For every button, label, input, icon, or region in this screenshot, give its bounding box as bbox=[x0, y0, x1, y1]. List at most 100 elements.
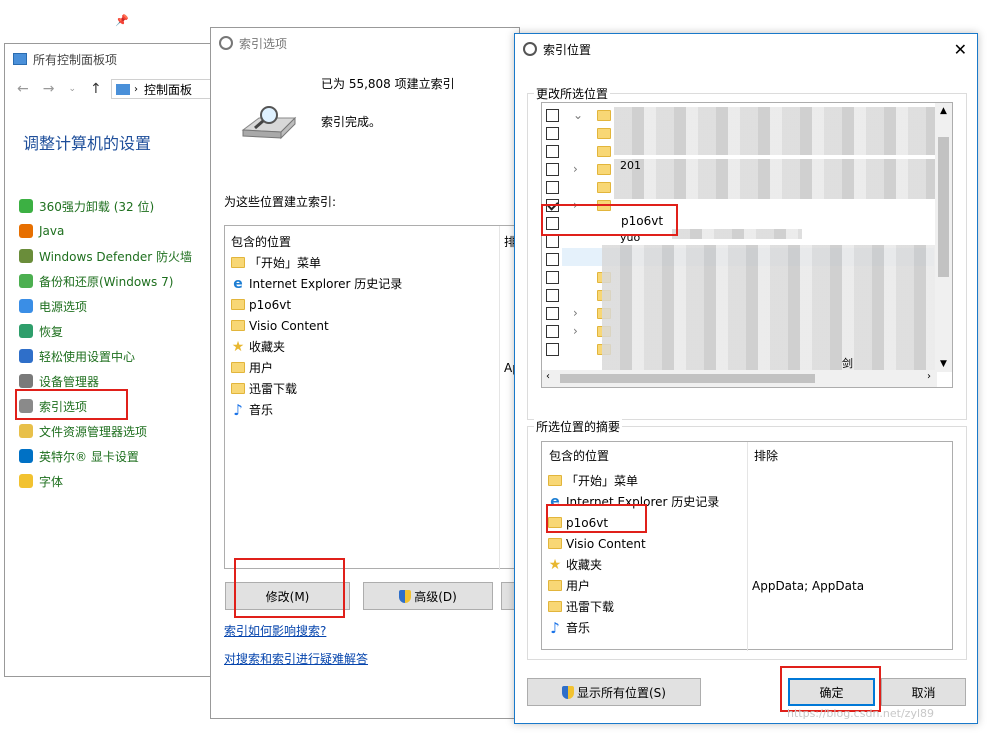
breadcrumb[interactable]: 控制面板 bbox=[144, 81, 192, 98]
chevron-icon[interactable]: ⌄ bbox=[573, 108, 593, 122]
summary-column-included[interactable]: 包含的位置 bbox=[549, 447, 609, 464]
show-all-locations-button[interactable]: 显示所有位置(S) bbox=[527, 678, 701, 706]
scroll-thumb[interactable] bbox=[938, 137, 949, 277]
tree-row[interactable] bbox=[546, 142, 611, 160]
folder-icon bbox=[231, 257, 245, 268]
uninstall-icon bbox=[19, 199, 33, 213]
highlight-box-ok bbox=[780, 666, 881, 712]
highlight-box-indexing bbox=[15, 389, 128, 420]
music-icon: ♪ bbox=[550, 618, 560, 637]
back-arrow-icon[interactable]: ← bbox=[17, 81, 29, 97]
breadcrumb-separator: › bbox=[134, 83, 138, 95]
control-panel-item-label: 字体 bbox=[39, 474, 64, 489]
tree-checkbox[interactable] bbox=[546, 180, 559, 194]
control-panel-item[interactable]: 英特尔® 显卡设置 bbox=[19, 446, 139, 466]
tree-checkbox[interactable] bbox=[546, 108, 559, 122]
chevron-icon[interactable]: › bbox=[573, 162, 593, 176]
folder-icon bbox=[548, 475, 562, 486]
tree-checkbox[interactable] bbox=[546, 126, 559, 140]
close-icon[interactable]: ✕ bbox=[954, 40, 967, 59]
control-panel-item-label: 轻松使用设置中心 bbox=[39, 349, 136, 364]
control-panel-item[interactable]: 字体 bbox=[19, 471, 63, 491]
summary-row-label: 用户 bbox=[566, 579, 591, 593]
tree-checkbox[interactable] bbox=[546, 306, 559, 320]
summary-row[interactable]: Visio Content bbox=[548, 533, 948, 554]
folder-icon bbox=[597, 163, 611, 175]
control-panel-item[interactable]: 设备管理器 bbox=[19, 371, 99, 391]
vertical-scrollbar[interactable]: ▲ ▼ bbox=[935, 103, 952, 372]
summary-column-excluded[interactable]: 排除 bbox=[754, 447, 778, 464]
summary-row[interactable]: 用户 AppData; AppData bbox=[548, 575, 948, 596]
scroll-up-icon[interactable]: ▲ bbox=[935, 103, 952, 119]
highlight-box-modify bbox=[234, 558, 345, 618]
list-item-label: p1o6vt bbox=[249, 297, 292, 312]
tree-row[interactable] bbox=[546, 178, 611, 196]
drive-magnifier-icon bbox=[239, 104, 299, 144]
control-panel-item[interactable]: 轻松使用设置中心 bbox=[19, 346, 135, 366]
tree-checkbox[interactable] bbox=[546, 342, 559, 356]
control-panel-item-label: 电源选项 bbox=[39, 299, 88, 314]
control-panel-item[interactable]: 恢复 bbox=[19, 321, 63, 341]
list-item[interactable]: Visio Content bbox=[231, 315, 329, 336]
tree-checkbox[interactable] bbox=[546, 288, 559, 302]
summary-row[interactable]: ♪ 音乐 bbox=[548, 617, 948, 638]
link-how-indexing-affects-search[interactable]: 索引如何影响搜索? bbox=[224, 622, 326, 639]
folder-icon bbox=[548, 601, 562, 612]
tree-checkbox[interactable] bbox=[546, 252, 559, 266]
control-panel-item-label: 360强力卸载 (32 位) bbox=[39, 199, 155, 214]
cancel-button[interactable]: 取消 bbox=[881, 678, 966, 706]
list-item[interactable]: 用户 bbox=[231, 357, 273, 378]
folder-icon bbox=[548, 538, 562, 549]
control-panel-item[interactable]: 文件资源管理器选项 bbox=[19, 421, 147, 441]
list-item[interactable]: 迅雷下载 bbox=[231, 378, 297, 399]
list-item[interactable]: ★ 收藏夹 bbox=[231, 336, 285, 357]
scroll-left-icon[interactable]: ‹ bbox=[546, 371, 550, 382]
obscured-content bbox=[614, 107, 936, 155]
tree-checkbox[interactable] bbox=[546, 162, 559, 176]
summary-list: 包含的位置 排除 「开始」菜单 e Internet Explorer 历史记录 p1… bbox=[541, 441, 953, 651]
tree-checkbox[interactable] bbox=[546, 144, 559, 158]
tree-checkbox[interactable] bbox=[546, 324, 559, 338]
tree-row[interactable]: › bbox=[546, 160, 611, 178]
control-panel-item[interactable]: Java bbox=[19, 221, 64, 241]
chevron-down-icon[interactable]: ⌄ bbox=[68, 84, 76, 94]
tree-row[interactable] bbox=[546, 124, 611, 142]
forward-arrow-icon[interactable]: → bbox=[43, 81, 55, 97]
scroll-down-icon[interactable]: ▼ bbox=[935, 356, 952, 372]
folder-icon bbox=[597, 181, 611, 193]
chevron-icon[interactable]: › bbox=[573, 306, 593, 320]
control-panel-item[interactable]: Windows Defender 防火墙 bbox=[19, 246, 192, 266]
horizontal-scrollbar[interactable]: ‹ › bbox=[542, 370, 937, 387]
list-item[interactable]: e Internet Explorer 历史记录 bbox=[231, 273, 402, 294]
tree-checkbox[interactable] bbox=[546, 270, 559, 284]
summary-row-label: 收藏夹 bbox=[566, 558, 603, 572]
list-item[interactable]: 「开始」菜单 bbox=[231, 252, 321, 273]
summary-row-icon-slot: ♪ bbox=[548, 618, 562, 637]
indexing-options-window: 索引选项 已为 55,808 项建立索引 索引完成。 为这些位置建立索引: 包含… bbox=[210, 27, 521, 719]
advanced-button[interactable]: 高级(D) bbox=[363, 582, 493, 610]
summary-row[interactable]: 迅雷下载 bbox=[548, 596, 948, 617]
address-bar[interactable]: › 控制面板 bbox=[111, 79, 211, 99]
control-panel-item[interactable]: 备份和还原(Windows 7) bbox=[19, 271, 173, 291]
java-icon bbox=[19, 224, 33, 238]
link-troubleshoot-search[interactable]: 对搜索和索引进行疑难解答 bbox=[224, 650, 368, 667]
column-header-included[interactable]: 包含的位置 bbox=[231, 233, 291, 250]
control-panel-item[interactable]: 电源选项 bbox=[19, 296, 87, 316]
control-panel-item[interactable]: 360强力卸载 (32 位) bbox=[19, 196, 154, 216]
folder-icon bbox=[597, 109, 611, 121]
list-item[interactable]: ♪ 音乐 bbox=[231, 399, 273, 420]
control-panel-item-label: Java bbox=[39, 224, 65, 238]
tree-checkbox[interactable] bbox=[546, 234, 559, 248]
chevron-icon[interactable]: › bbox=[573, 324, 593, 338]
folder-icon bbox=[231, 383, 245, 394]
tree-row[interactable]: ⌄ bbox=[546, 106, 611, 124]
control-panel-title: 所有控制面板项 bbox=[33, 52, 118, 67]
scroll-thumb-h[interactable] bbox=[560, 374, 815, 383]
summary-row[interactable]: ★ 收藏夹 bbox=[548, 554, 948, 575]
scroll-right-icon[interactable]: › bbox=[927, 371, 931, 382]
list-item[interactable]: p1o6vt bbox=[231, 294, 291, 315]
list-item-label: 收藏夹 bbox=[249, 340, 286, 354]
control-panel-item-label: 设备管理器 bbox=[39, 374, 100, 389]
up-arrow-icon[interactable]: ↑ bbox=[90, 81, 102, 97]
summary-row[interactable]: 「开始」菜单 bbox=[548, 470, 948, 491]
